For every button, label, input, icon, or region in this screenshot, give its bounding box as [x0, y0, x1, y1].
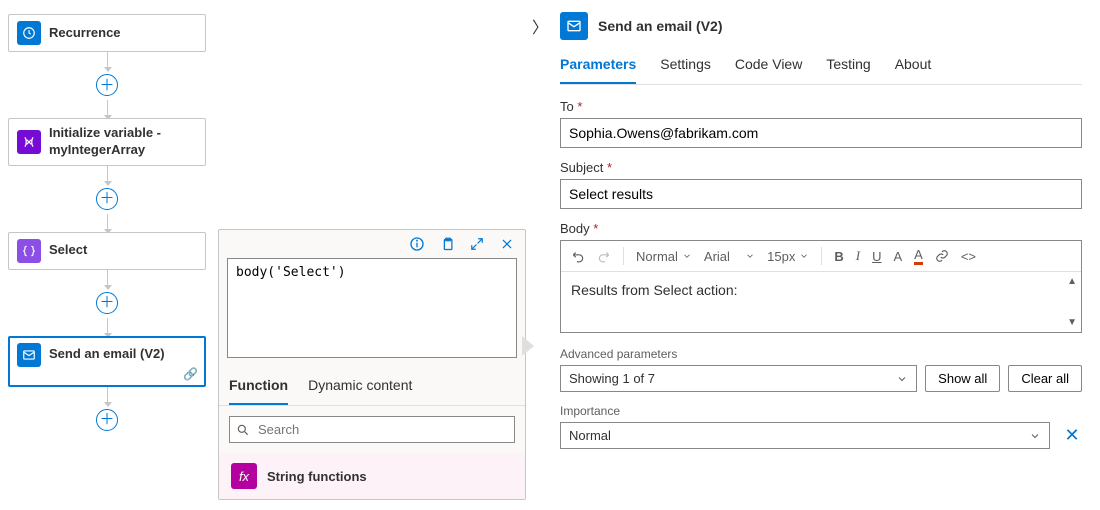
advanced-summary: Showing 1 of 7	[569, 371, 655, 386]
connector	[107, 214, 108, 232]
connector	[107, 318, 108, 336]
to-label: To *	[560, 99, 1082, 114]
node-label: Recurrence	[49, 25, 121, 42]
search-field[interactable]	[256, 421, 508, 438]
panel-title: Send an email (V2)	[598, 18, 722, 34]
size-select[interactable]: 15px	[767, 249, 809, 264]
node-label: Send an email (V2)	[49, 346, 165, 363]
tab-dynamic-content[interactable]: Dynamic content	[308, 369, 412, 405]
node-initialize-variable[interactable]: Initialize variable - myIntegerArray	[8, 118, 206, 166]
highlight-button[interactable]: A	[914, 247, 923, 265]
clock-icon	[17, 21, 41, 45]
chevron-down-icon	[1029, 430, 1041, 442]
node-select[interactable]: Select	[8, 232, 206, 270]
chevron-down-icon	[896, 373, 908, 385]
search-input[interactable]	[229, 416, 515, 443]
connector	[107, 100, 108, 118]
fx-icon: fx	[231, 463, 257, 489]
bold-button[interactable]: B	[834, 249, 843, 264]
connector	[107, 52, 108, 70]
node-send-email[interactable]: Send an email (V2) 🔗	[8, 336, 206, 387]
flow-canvas: Recurrence ＋ Initialize variable - myInt…	[8, 14, 206, 435]
tab-settings[interactable]: Settings	[660, 50, 711, 84]
tab-about[interactable]: About	[895, 50, 932, 84]
underline-button[interactable]: U	[872, 249, 881, 264]
expression-input[interactable]	[227, 258, 517, 358]
importance-select[interactable]: Normal	[560, 422, 1050, 449]
expression-popup: Function Dynamic content fx String funct…	[218, 229, 526, 500]
clear-all-button[interactable]: Clear all	[1008, 365, 1082, 392]
tab-parameters[interactable]: Parameters	[560, 50, 636, 84]
variable-icon	[17, 130, 41, 154]
tab-code-view[interactable]: Code View	[735, 50, 802, 84]
subject-field[interactable]	[560, 179, 1082, 209]
clipboard-icon[interactable]	[439, 236, 455, 252]
expand-icon[interactable]	[469, 236, 485, 252]
importance-label: Importance	[560, 404, 1082, 418]
scroll-down-icon[interactable]: ▼	[1067, 317, 1077, 328]
connector	[107, 270, 108, 288]
body-editor: Normal Arial 15px B I U A A <> Results f…	[560, 240, 1082, 333]
close-icon[interactable]	[499, 236, 515, 252]
add-step-button[interactable]: ＋	[96, 74, 118, 96]
rte-toolbar: Normal Arial 15px B I U A A <>	[561, 241, 1081, 272]
link-button[interactable]	[935, 249, 949, 263]
scroll-up-icon[interactable]: ▲	[1067, 276, 1077, 287]
advanced-select[interactable]: Showing 1 of 7	[560, 365, 917, 392]
tab-function[interactable]: Function	[229, 369, 288, 405]
advanced-label: Advanced parameters	[560, 347, 1082, 361]
body-content[interactable]: Results from Select action: ▲ ▼	[561, 272, 1081, 332]
code-button[interactable]: <>	[961, 249, 976, 264]
popup-toolbar	[219, 230, 525, 254]
show-all-button[interactable]: Show all	[925, 365, 1000, 392]
add-step-button[interactable]: ＋	[96, 292, 118, 314]
add-step-button[interactable]: ＋	[96, 409, 118, 431]
body-label: Body *	[560, 221, 1082, 236]
style-select[interactable]: Normal	[636, 249, 692, 264]
redo-icon[interactable]	[597, 249, 611, 263]
subject-label: Subject *	[560, 160, 1082, 175]
add-step-button[interactable]: ＋	[96, 188, 118, 210]
remove-parameter-button[interactable]: ✕	[1062, 425, 1082, 446]
body-text: Results from Select action:	[571, 282, 738, 298]
node-label: Select	[49, 242, 87, 259]
category-string-functions[interactable]: fx String functions	[219, 453, 525, 499]
node-label: Initialize variable - myIntegerArray	[49, 125, 197, 159]
to-field[interactable]	[560, 118, 1082, 148]
connector	[107, 166, 108, 184]
popup-tabs: Function Dynamic content	[219, 369, 525, 406]
node-recurrence[interactable]: Recurrence	[8, 14, 206, 52]
tab-testing[interactable]: Testing	[826, 50, 870, 84]
outlook-icon	[17, 343, 41, 367]
info-icon[interactable]	[409, 236, 425, 252]
braces-icon	[17, 239, 41, 263]
undo-icon[interactable]	[571, 249, 585, 263]
collapse-chevron-icon[interactable]: 〉	[530, 14, 550, 38]
italic-button[interactable]: I	[856, 248, 860, 264]
panel-tabs: Parameters Settings Code View Testing Ab…	[560, 50, 1082, 85]
font-select[interactable]: Arial	[704, 249, 755, 264]
outlook-icon	[560, 12, 588, 40]
connector	[107, 387, 108, 405]
details-panel: 〉 Send an email (V2) Parameters Settings…	[530, 0, 1100, 510]
search-icon	[236, 423, 250, 437]
category-label: String functions	[267, 469, 367, 484]
font-color-button[interactable]: A	[893, 249, 902, 264]
importance-value: Normal	[569, 428, 611, 443]
link-icon: 🔗	[183, 367, 198, 381]
